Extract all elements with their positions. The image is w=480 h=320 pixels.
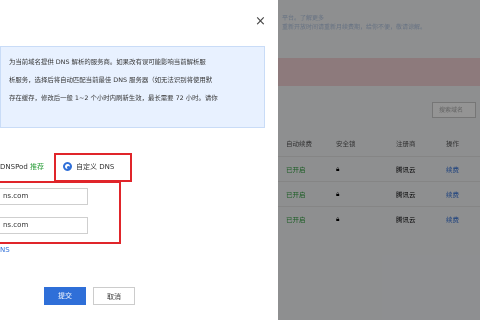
dns-settings-dialog: × 为当前域名提供 DNS 解析的服务商。如果改有误可能影响当前解析服 析服务，… (0, 0, 278, 320)
radio-selected-dot (67, 166, 70, 169)
option-default-label: DNSPod (0, 163, 28, 171)
option-default-dnspod[interactable]: DNSPod 推荐 (0, 162, 44, 172)
add-dns-link[interactable]: NS (0, 246, 10, 254)
cancel-button[interactable]: 取消 (93, 287, 135, 305)
recommended-badge: 推荐 (30, 163, 45, 171)
info-line: 存在缓存，修改后一般 1~2 个小时内刷新生效，最长需要 72 小时。请你 (9, 94, 218, 102)
dns-server-input-1[interactable]: ns.com (0, 188, 88, 205)
info-banner: 为当前域名提供 DNS 解析的服务商。如果改有误可能影响当前解析服 析服务，选择… (0, 46, 265, 128)
radio-custom-dns[interactable] (63, 162, 72, 171)
option-custom-label[interactable]: 自定义 DNS (76, 162, 114, 172)
submit-button[interactable]: 提交 (44, 287, 86, 305)
dns-server-input-2[interactable]: ns.com (0, 217, 88, 234)
info-line: 为当前域名提供 DNS 解析的服务商。如果改有误可能影响当前解析服 (9, 58, 206, 66)
info-line: 析服务，选择后将自动匹配当前最佳 DNS 服务器（如无法识别将使用默 (9, 76, 213, 84)
close-icon[interactable]: × (255, 14, 266, 29)
